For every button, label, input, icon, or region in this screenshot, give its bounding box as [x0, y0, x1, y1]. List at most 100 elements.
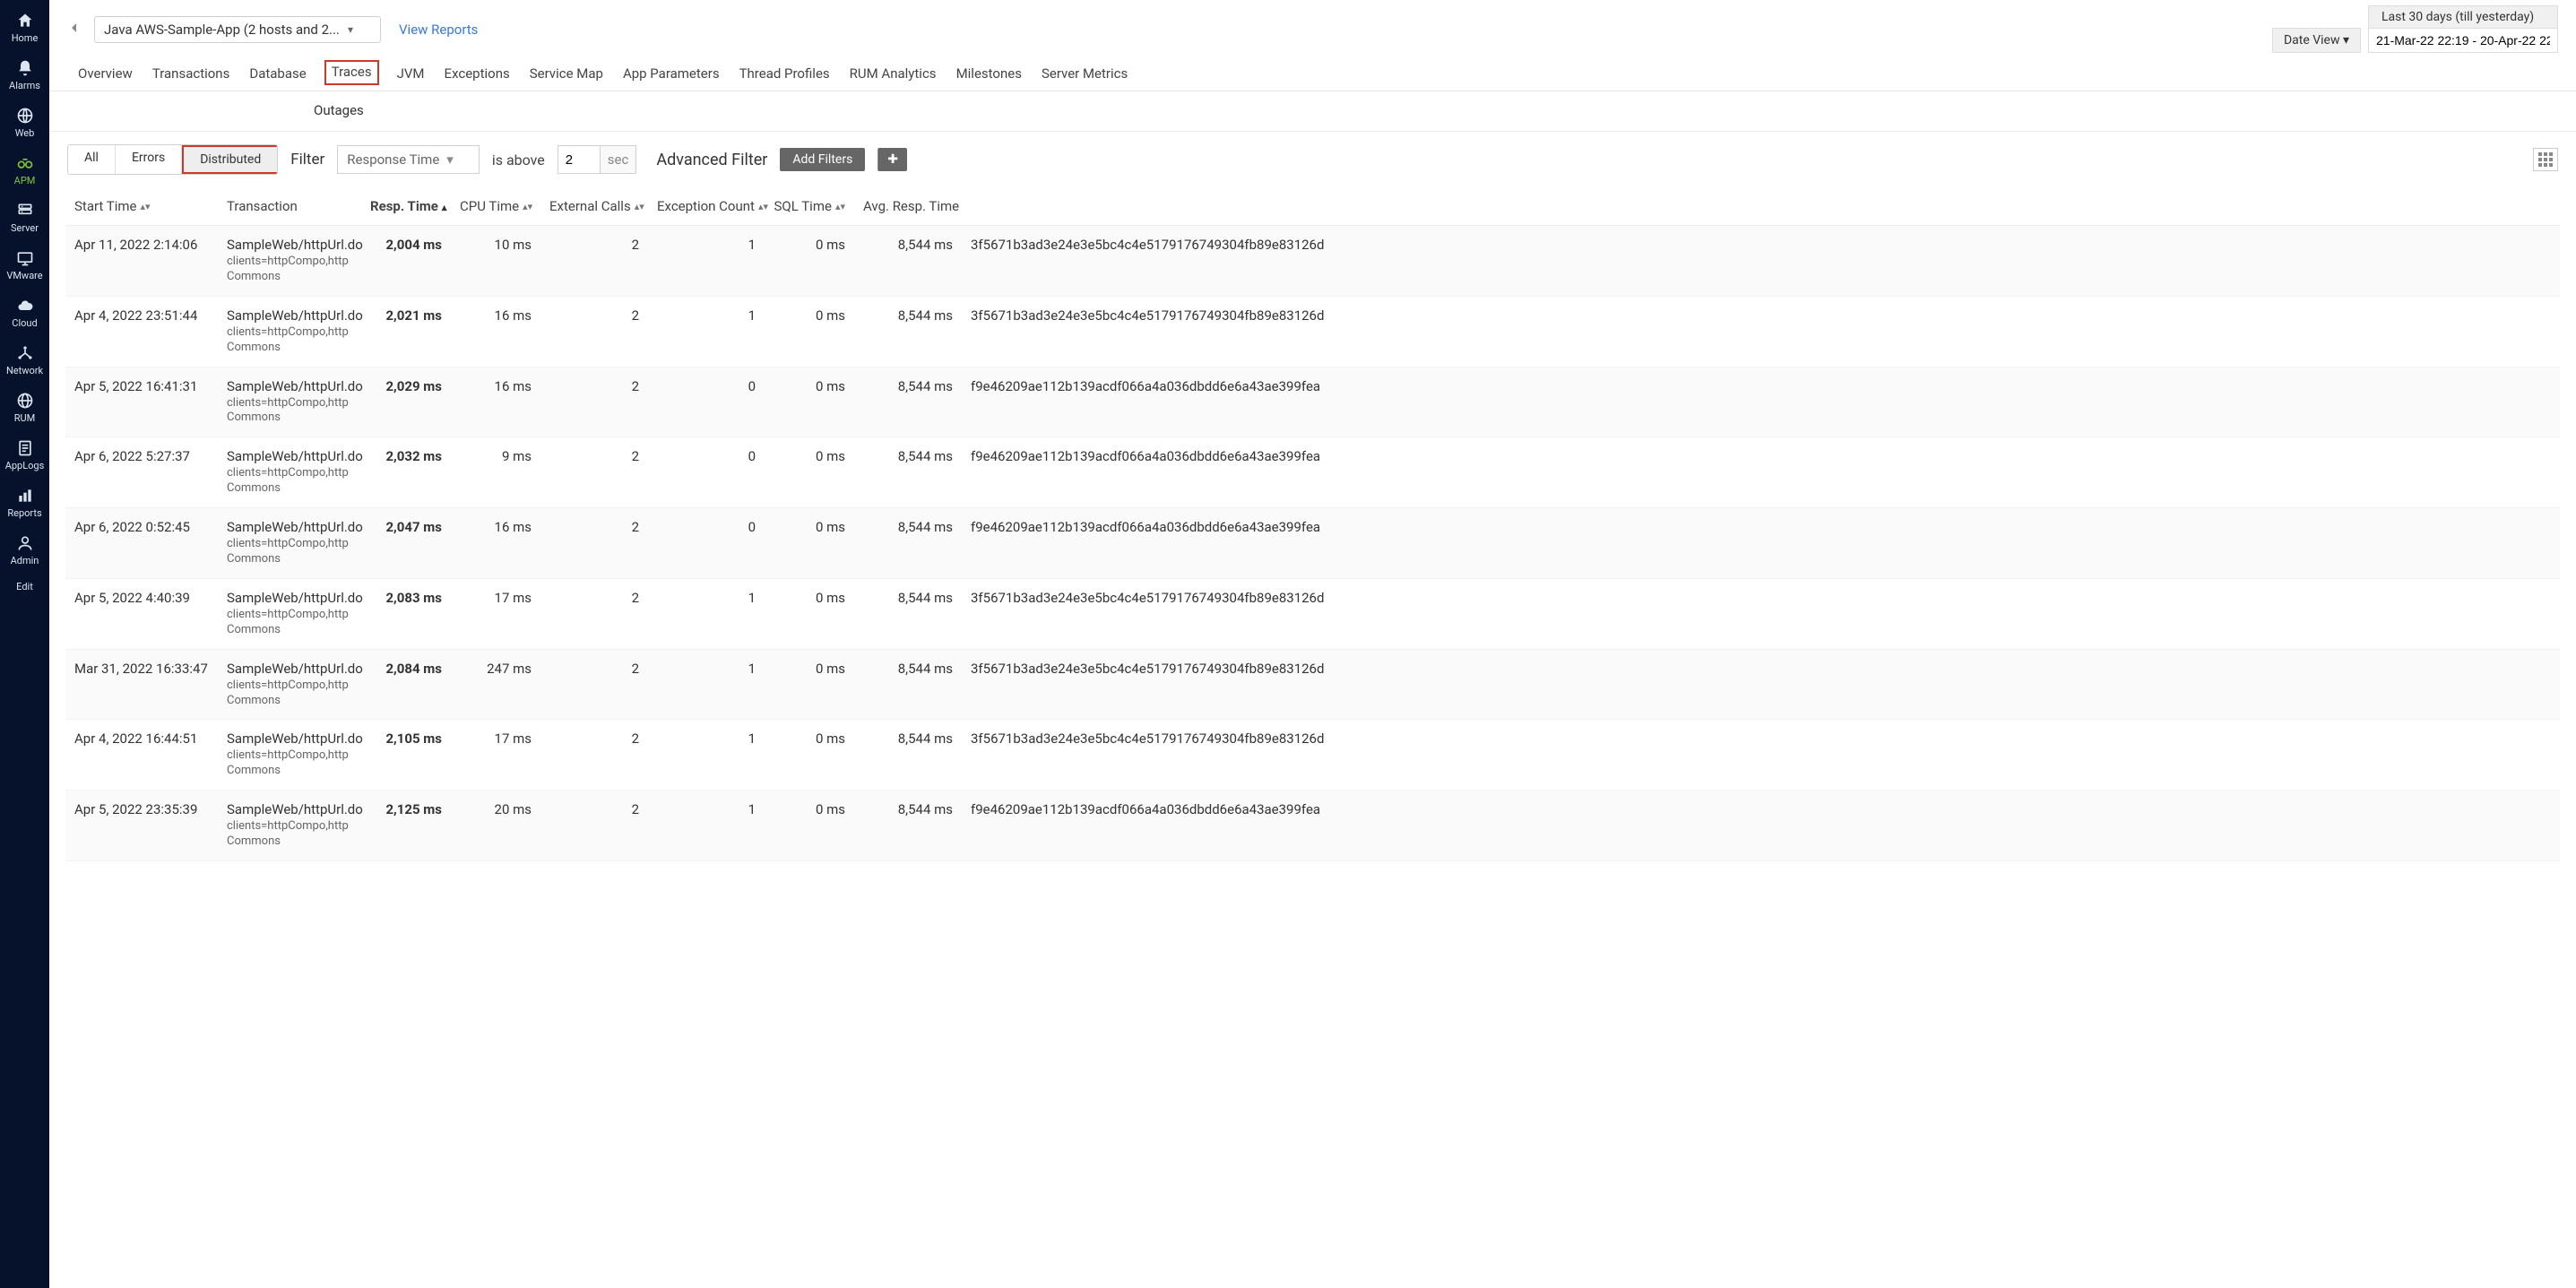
date-controls: Date View ▾ Last 30 days (till yesterday…	[2272, 5, 2558, 53]
globe-icon	[15, 106, 35, 125]
sort-icon: ▴▾	[140, 204, 150, 210]
cell-start-time: Apr 5, 2022 16:41:31	[65, 367, 218, 437]
cell-sql-time: 0 ms	[765, 791, 854, 861]
col-exception-count[interactable]: Exception Count▴▾	[648, 187, 765, 226]
col-trace-id	[962, 187, 2560, 226]
sidebar-item-alarms[interactable]: Alarms	[0, 51, 49, 99]
cell-trace-id: 3f5671b3ad3e24e3e5bc4c4e5179176749304fb8…	[962, 578, 2560, 649]
cell-cpu-time: 20 ms	[451, 791, 540, 861]
cell-avg-resp-time: 8,544 ms	[854, 649, 962, 720]
col-start-time[interactable]: Start Time▴▾	[65, 187, 218, 226]
sidebar-item-rum[interactable]: RUM	[0, 384, 49, 431]
tab-outages[interactable]: Outages	[312, 99, 366, 127]
cell-trace-id: f9e46209ae112b139acdf066a4a036dbdd6e6a43…	[962, 437, 2560, 508]
cell-trace-id: 3f5671b3ad3e24e3e5bc4c4e5179176749304fb8…	[962, 226, 2560, 297]
sidebar-item-vmware[interactable]: VMware	[0, 241, 49, 289]
tab-server-metrics[interactable]: Server Metrics	[1040, 62, 1129, 91]
table-row[interactable]: Apr 11, 2022 2:14:06SampleWeb/httpUrl.do…	[65, 226, 2560, 297]
date-view-button[interactable]: Date View ▾	[2272, 28, 2361, 53]
sidebar-item-web[interactable]: Web	[0, 99, 49, 146]
cell-sql-time: 0 ms	[765, 578, 854, 649]
sidebar-item-cloud[interactable]: Cloud	[0, 289, 49, 336]
date-summary: Last 30 days (till yesterday)	[2369, 6, 2557, 28]
cell-trace-id: f9e46209ae112b139acdf066a4a036dbdd6e6a43…	[962, 791, 2560, 861]
date-range-input[interactable]	[2369, 28, 2557, 52]
cell-resp-time: 2,021 ms	[361, 296, 451, 367]
filter-condition: is above	[492, 151, 545, 169]
table-row[interactable]: Apr 5, 2022 23:35:39SampleWeb/httpUrl.do…	[65, 791, 2560, 861]
col-external-calls[interactable]: External Calls▴▾	[540, 187, 648, 226]
pill-errors[interactable]: Errors	[116, 145, 182, 174]
advanced-filter-label: Advanced Filter	[656, 151, 767, 169]
col-avg-resp-time[interactable]: Avg. Resp. Time	[854, 187, 962, 226]
app-selector[interactable]: Java AWS-Sample-App (2 hosts and 2... ▾	[94, 16, 381, 43]
filter-unit: sec	[601, 145, 637, 174]
topbar: Java AWS-Sample-App (2 hosts and 2... ▾ …	[49, 0, 2576, 53]
table-row[interactable]: Apr 4, 2022 16:44:51SampleWeb/httpUrl.do…	[65, 720, 2560, 791]
pill-all[interactable]: All	[68, 145, 116, 174]
cell-avg-resp-time: 8,544 ms	[854, 791, 962, 861]
pill-distributed[interactable]: Distributed	[182, 145, 277, 174]
cell-start-time: Apr 4, 2022 23:51:44	[65, 296, 218, 367]
tab-overview[interactable]: Overview	[76, 62, 134, 91]
tab-service-map[interactable]: Service Map	[528, 62, 605, 91]
filter-metric-select[interactable]: Response Time ▾	[337, 145, 480, 174]
cell-cpu-time: 10 ms	[451, 226, 540, 297]
sidebar-item-edit[interactable]: Edit	[0, 574, 49, 600]
col-sql-time[interactable]: SQL Time▴▾	[765, 187, 854, 226]
add-filter-plus-button[interactable]: ✚	[877, 148, 907, 171]
cell-external-calls: 2	[540, 720, 648, 791]
tab-database[interactable]: Database	[247, 62, 307, 91]
table-row[interactable]: Mar 31, 2022 16:33:47SampleWeb/httpUrl.d…	[65, 649, 2560, 720]
cell-resp-time: 2,004 ms	[361, 226, 451, 297]
tab-thread-profiles[interactable]: Thread Profiles	[738, 62, 832, 91]
filter-bar: All Errors Distributed Filter Response T…	[49, 131, 2576, 187]
cell-avg-resp-time: 8,544 ms	[854, 296, 962, 367]
table-row[interactable]: Apr 5, 2022 4:40:39SampleWeb/httpUrl.doc…	[65, 578, 2560, 649]
tab-jvm[interactable]: JVM	[395, 62, 427, 91]
col-transaction[interactable]: Transaction	[218, 187, 361, 226]
cell-transaction: SampleWeb/httpUrl.doclients=httpCompo,ht…	[218, 508, 361, 579]
col-resp-time[interactable]: Resp. Time▴	[361, 187, 451, 226]
sidebar-item-admin[interactable]: Admin	[0, 526, 49, 574]
sidebar-item-server[interactable]: Server	[0, 194, 49, 241]
sidebar-item-apm[interactable]: APM	[0, 146, 49, 194]
back-arrow-icon[interactable]	[67, 21, 83, 39]
cell-resp-time: 2,105 ms	[361, 720, 451, 791]
vmware-icon	[15, 248, 35, 268]
filter-value-input[interactable]	[558, 145, 601, 174]
bell-icon	[15, 58, 35, 78]
tab-exceptions[interactable]: Exceptions	[443, 62, 512, 91]
cell-external-calls: 2	[540, 296, 648, 367]
cell-resp-time: 2,125 ms	[361, 791, 451, 861]
table-row[interactable]: Apr 4, 2022 23:51:44SampleWeb/httpUrl.do…	[65, 296, 2560, 367]
table-row[interactable]: Apr 6, 2022 5:27:37SampleWeb/httpUrl.doc…	[65, 437, 2560, 508]
cell-exception-count: 1	[648, 791, 765, 861]
sidebar-item-home[interactable]: Home	[0, 4, 49, 51]
table-row[interactable]: Apr 5, 2022 16:41:31SampleWeb/httpUrl.do…	[65, 367, 2560, 437]
sidebar-item-reports[interactable]: Reports	[0, 479, 49, 526]
sidebar-item-applogs[interactable]: AppLogs	[0, 431, 49, 479]
cell-transaction: SampleWeb/httpUrl.doclients=httpCompo,ht…	[218, 578, 361, 649]
cell-cpu-time: 16 ms	[451, 296, 540, 367]
table-row[interactable]: Apr 6, 2022 0:52:45SampleWeb/httpUrl.doc…	[65, 508, 2560, 579]
add-filters-button[interactable]: Add Filters	[780, 148, 865, 171]
col-cpu-time[interactable]: CPU Time▴▾	[451, 187, 540, 226]
sidebar-item-network[interactable]: Network	[0, 336, 49, 384]
cell-cpu-time: 17 ms	[451, 720, 540, 791]
tab-transactions[interactable]: Transactions	[151, 62, 232, 91]
tab-rum-analytics[interactable]: RUM Analytics	[848, 62, 938, 91]
tab-traces[interactable]: Traces	[324, 60, 379, 85]
cell-cpu-time: 9 ms	[451, 437, 540, 508]
tab-milestones[interactable]: Milestones	[955, 62, 1024, 91]
cell-sql-time: 0 ms	[765, 649, 854, 720]
filter-label: Filter	[290, 151, 324, 169]
cell-external-calls: 2	[540, 226, 648, 297]
sort-icon: ▴▾	[835, 204, 845, 210]
tab-app-parameters[interactable]: App Parameters	[621, 62, 722, 91]
cell-avg-resp-time: 8,544 ms	[854, 720, 962, 791]
cell-external-calls: 2	[540, 578, 648, 649]
view-reports-link[interactable]: View Reports	[399, 22, 478, 38]
cell-resp-time: 2,032 ms	[361, 437, 451, 508]
grid-view-icon[interactable]	[2533, 148, 2558, 171]
